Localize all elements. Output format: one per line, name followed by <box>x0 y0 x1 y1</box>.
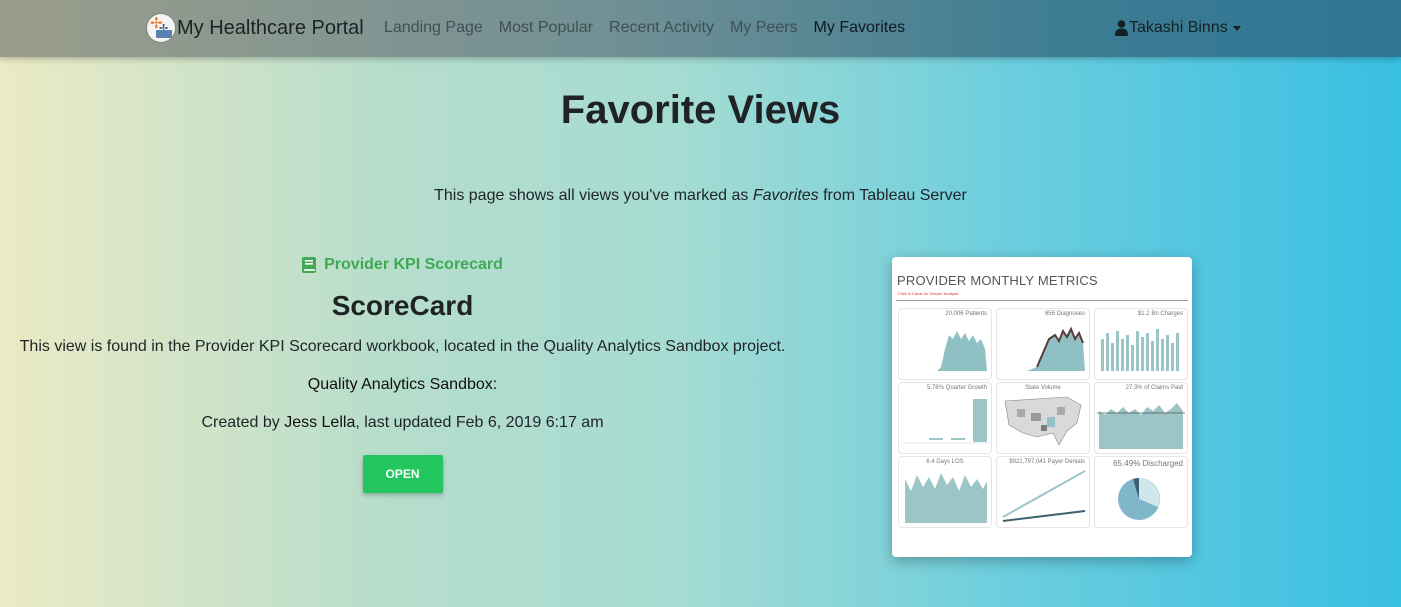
thumbnail-divider <box>896 300 1188 301</box>
subtitle-emphasis: Favorites <box>752 187 819 204</box>
nav-recent-activity[interactable]: Recent Activity <box>609 19 714 37</box>
author-name[interactable]: Jess Lella <box>284 414 355 431</box>
brand-name: My Healthcare Portal <box>177 16 364 39</box>
area-sparkline-icon <box>1097 403 1185 449</box>
book-icon <box>302 257 317 273</box>
created-suffix: , last updated Feb 6, 2019 6:17 am <box>355 414 604 431</box>
user-icon <box>1115 20 1128 36</box>
tile-claims-paid: 27.3% of Claims Paid <box>1094 382 1188 454</box>
subtitle-text-end: from Tableau Server <box>818 187 967 204</box>
user-menu[interactable]: Takashi Binns <box>1115 19 1241 37</box>
tableau-logo-icon: ✢ ✢ <box>147 14 175 42</box>
page-title: Favorite Views <box>560 88 841 132</box>
tile-patients: 20,006 Patients <box>898 308 992 380</box>
us-map-icon <box>1004 396 1082 446</box>
nav-most-popular[interactable]: Most Popular <box>499 19 593 37</box>
project-name[interactable]: Quality Analytics Sandbox <box>308 376 493 393</box>
tile-charges: $1.2 Bn Charges <box>1094 308 1188 380</box>
thumbnail-title: PROVIDER MONTHLY METRICS <box>897 273 1098 288</box>
workbook-name: Provider KPI Scorecard <box>324 256 503 273</box>
created-prefix: Created by <box>201 414 285 431</box>
tile-payer-denials: $921,797,041 Payer Denials <box>996 456 1090 528</box>
tile-quarter-growth: 5.78% Quarter Growth <box>898 382 992 454</box>
navbar: ✢ ✢ My Healthcare Portal Landing Page Mos… <box>0 0 1401 57</box>
bar-chart-icon <box>903 399 989 444</box>
brand-link[interactable]: ✢ ✢ My Healthcare Portal <box>147 14 364 42</box>
tile-diagnoses: 656 Diagnoses <box>996 308 1090 380</box>
user-name: Takashi Binns <box>1129 19 1228 36</box>
open-button[interactable]: OPEN <box>362 455 443 493</box>
tile-los: 6.4 Days LOS <box>898 456 992 528</box>
view-thumbnail[interactable]: PROVIDER MONTHLY METRICS Click in Cards … <box>892 257 1192 557</box>
pie-chart-icon <box>1118 478 1160 520</box>
view-name: ScoreCard <box>331 290 474 321</box>
workbook-link[interactable]: Provider KPI Scorecard <box>302 256 503 274</box>
bar-sparkline-icon <box>1101 329 1179 371</box>
area-sparkline-icon <box>903 331 987 371</box>
line-chart-icon <box>1002 470 1086 522</box>
area-sparkline-icon <box>905 473 987 523</box>
nav-my-peers[interactable]: My Peers <box>730 19 798 37</box>
created-line: Created by Jess Lella, last updated Feb … <box>0 414 805 432</box>
nav-landing-page[interactable]: Landing Page <box>384 19 483 37</box>
page-subtitle: This page shows all views you've marked … <box>0 187 1401 205</box>
view-info: Provider KPI Scorecard ScoreCard This vi… <box>0 256 805 493</box>
subtitle-text: This page shows all views you've marked … <box>434 187 753 204</box>
tile-state-volume: State Volume <box>996 382 1090 454</box>
area-sparkline-icon <box>1001 326 1085 371</box>
thumbnail-subtitle: Click in Cards for Deeper Analysis <box>898 291 959 296</box>
caret-down-icon <box>1232 25 1241 31</box>
tile-discharged: 65.49% Discharged <box>1094 456 1188 528</box>
view-description: This view is found in the Provider KPI S… <box>19 338 786 355</box>
project-line: Quality Analytics Sandbox: <box>0 376 805 394</box>
nav-my-favorites[interactable]: My Favorites <box>814 19 906 37</box>
main-nav: Landing Page Most Popular Recent Activit… <box>384 19 921 37</box>
project-suffix: : <box>492 376 498 393</box>
